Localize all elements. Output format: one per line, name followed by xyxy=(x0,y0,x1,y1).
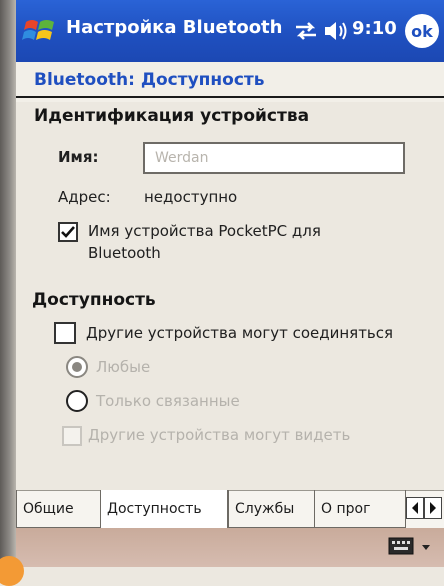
volume-icon[interactable] xyxy=(322,18,350,44)
screen: Настройка Bluetooth 9:10 ok Bluetooth: Д… xyxy=(16,0,444,567)
allow-discover-label: Другие устройства могут видеть xyxy=(88,426,351,444)
device-bezel xyxy=(0,0,16,567)
input-menu-arrow-icon[interactable] xyxy=(420,540,432,554)
any-devices-radio[interactable] xyxy=(66,356,88,378)
identification-heading: Идентификация устройства xyxy=(34,106,310,126)
tab-scroll-right-button[interactable] xyxy=(424,497,442,519)
pocketpc-name-checkbox[interactable] xyxy=(58,222,78,242)
any-devices-label: Любые xyxy=(96,358,151,376)
availability-heading: Доступность xyxy=(32,290,156,310)
address-label: Адрес: xyxy=(58,188,111,206)
allow-connect-checkbox[interactable] xyxy=(54,322,76,344)
ok-button[interactable]: ok xyxy=(405,14,439,48)
pocketpc-name-label-line1: Имя устройства PocketPC для xyxy=(88,222,321,240)
radio-selected-dot xyxy=(72,362,82,372)
tab-about[interactable]: О прог xyxy=(314,490,406,528)
header-divider xyxy=(16,96,444,98)
page-number-badge xyxy=(0,556,24,586)
windows-logo-icon[interactable] xyxy=(22,14,58,48)
paired-only-radio[interactable] xyxy=(66,390,88,412)
clock[interactable]: 9:10 xyxy=(352,18,397,39)
allow-discover-checkbox[interactable] xyxy=(62,426,82,446)
page-title: Bluetooth: Доступность xyxy=(34,70,265,90)
tab-services[interactable]: Службы xyxy=(228,490,314,528)
arrow-right-icon xyxy=(430,502,436,514)
menu-bar xyxy=(16,528,444,567)
name-label: Имя: xyxy=(58,148,99,166)
pocketpc-name-label-line2: Bluetooth xyxy=(88,244,161,262)
address-value: недоступно xyxy=(144,188,238,206)
window-title: Настройка Bluetooth xyxy=(66,17,283,38)
tab-availability[interactable]: Доступность xyxy=(100,490,228,528)
device-name-input[interactable]: Werdan xyxy=(143,142,405,174)
allow-connect-label: Другие устройства могут соединяться xyxy=(86,324,394,342)
tab-scroll-left-button[interactable] xyxy=(406,497,424,519)
checkmark-icon xyxy=(61,226,75,238)
paired-only-label: Только связанные xyxy=(96,392,240,410)
sync-icon[interactable] xyxy=(293,18,319,44)
tab-general[interactable]: Общие xyxy=(16,490,100,528)
arrow-left-icon xyxy=(412,502,418,514)
keyboard-icon[interactable] xyxy=(388,536,414,556)
title-bar: Настройка Bluetooth 9:10 ok xyxy=(16,0,444,62)
